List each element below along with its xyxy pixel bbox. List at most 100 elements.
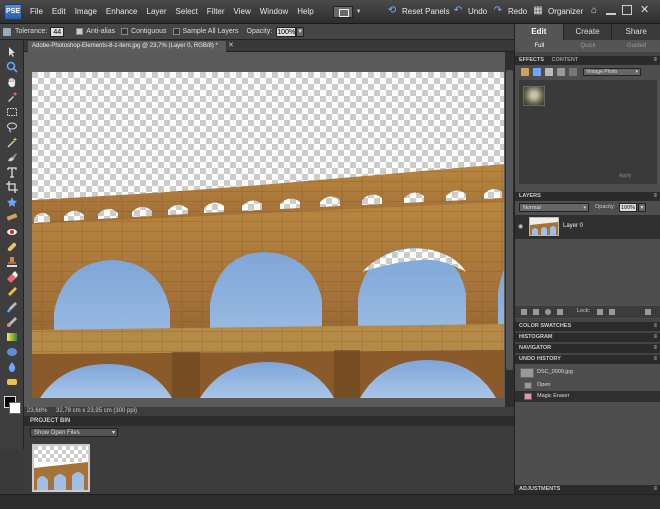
brush-selection-icon[interactable]: [6, 151, 18, 163]
background-color-swatch[interactable]: [9, 402, 21, 414]
layer-row[interactable]: ◉ Layer 0: [515, 215, 660, 239]
mask-icon[interactable]: [545, 309, 551, 315]
crop-tool-icon[interactable]: [6, 181, 18, 193]
gradient-tool-icon[interactable]: [6, 331, 18, 343]
reset-panels-button[interactable]: ⟲ Reset Panels: [386, 6, 450, 16]
layer-opacity-input[interactable]: 100%: [619, 203, 637, 212]
history-snapshot[interactable]: DSC_0009.jpg: [515, 366, 660, 379]
histogram-panel-header[interactable]: HISTOGRAM ≡: [515, 333, 660, 342]
straighten-tool-icon[interactable]: [6, 211, 18, 223]
navigator-panel-header[interactable]: NAVIGATOR ≡: [515, 344, 660, 353]
clone-stamp-icon[interactable]: [6, 256, 18, 268]
tab-create[interactable]: Create: [563, 24, 613, 40]
menu-window[interactable]: Window: [260, 7, 288, 16]
lock-transparency-icon[interactable]: [597, 309, 603, 315]
pencil-tool-icon[interactable]: [6, 286, 18, 298]
workspace-layout-button[interactable]: [332, 5, 353, 18]
contiguous-checkbox[interactable]: [121, 28, 129, 35]
panel-menu-icon[interactable]: ≡: [653, 333, 657, 342]
organizer-button[interactable]: ▦ Organizer: [532, 6, 583, 16]
effect-thumbnail[interactable]: [523, 86, 545, 106]
lasso-tool-icon[interactable]: [6, 121, 18, 133]
opacity-input[interactable]: 100%: [276, 26, 297, 37]
tolerance-input[interactable]: 44: [50, 26, 65, 37]
layer-styles-icon[interactable]: [533, 68, 541, 76]
marquee-tool-icon[interactable]: [6, 106, 18, 118]
open-file-thumbnail[interactable]: [32, 444, 90, 492]
close-icon[interactable]: ✕: [640, 3, 649, 16]
filters-icon[interactable]: [521, 68, 529, 76]
brush-tool-icon[interactable]: [6, 301, 18, 313]
minimize-button[interactable]: [606, 7, 616, 15]
adjustments-panel-header[interactable]: ADJUSTMENTS ≡: [515, 485, 660, 494]
menu-view[interactable]: View: [234, 7, 251, 16]
zoom-level[interactable]: 23,68%: [27, 407, 47, 416]
menu-filter[interactable]: Filter: [207, 7, 225, 16]
menu-layer[interactable]: Layer: [147, 7, 167, 16]
vertical-scrollbar[interactable]: [505, 52, 514, 407]
redo-button[interactable]: ↷ Redo: [492, 6, 527, 16]
document-tab[interactable]: Adobe-Photoshop-Elements-8-z-item.jpg @ …: [28, 41, 226, 52]
zoom-tool-icon[interactable]: [6, 61, 18, 73]
cookie-cutter-icon[interactable]: [6, 196, 18, 208]
eye-icon[interactable]: ◉: [518, 223, 523, 230]
magic-eraser-icon[interactable]: [3, 27, 11, 36]
tab-edit[interactable]: Edit: [515, 24, 564, 40]
layer-name[interactable]: Layer 0: [563, 223, 583, 229]
panel-menu-icon[interactable]: ≡: [653, 56, 657, 65]
history-step-open[interactable]: Open: [515, 380, 660, 391]
close-icon[interactable]: ✕: [228, 41, 234, 49]
menu-image[interactable]: Image: [75, 7, 97, 16]
home-button[interactable]: ⌂: [588, 6, 604, 16]
project-bin-header[interactable]: PROJECT BIN: [24, 416, 514, 426]
view-list-icon[interactable]: [557, 68, 565, 76]
smart-brush-icon[interactable]: [6, 316, 18, 328]
effects-panel-header[interactable]: EFFECTS CONTENT ≡: [515, 56, 660, 65]
magic-wand-icon[interactable]: [6, 136, 18, 148]
chevron-down-icon[interactable]: ▼: [638, 203, 646, 212]
canvas-area[interactable]: [24, 52, 514, 407]
eraser-tool-icon[interactable]: [6, 271, 18, 283]
chevron-down-icon[interactable]: ▼: [356, 9, 362, 15]
menu-edit[interactable]: Edit: [52, 7, 66, 16]
menu-help[interactable]: Help: [297, 7, 313, 16]
healing-brush-icon[interactable]: [6, 241, 18, 253]
undo-button[interactable]: ↶ Undo: [452, 6, 487, 16]
panel-menu-icon[interactable]: ≡: [653, 192, 657, 201]
chevron-down-icon[interactable]: ▼: [296, 26, 305, 37]
layer-thumbnail[interactable]: [529, 217, 559, 236]
sponge-tool-icon[interactable]: [6, 376, 18, 388]
undo-history-panel-header[interactable]: UNDO HISTORY ≡: [515, 355, 660, 364]
link-icon[interactable]: [557, 309, 563, 315]
move-tool-icon[interactable]: [6, 46, 18, 58]
tab-full[interactable]: Full: [515, 40, 564, 52]
scrollbar-thumb[interactable]: [506, 70, 513, 370]
apply-effect-button[interactable]: Apply: [619, 173, 632, 179]
menu-enhance[interactable]: Enhance: [106, 7, 138, 16]
menu-file[interactable]: File: [30, 7, 43, 16]
view-thumbs-icon[interactable]: [569, 68, 577, 76]
new-layer-icon[interactable]: [521, 309, 527, 315]
red-eye-icon[interactable]: [6, 226, 18, 238]
panel-menu-icon[interactable]: ≡: [653, 485, 657, 494]
tab-guided[interactable]: Guided: [612, 40, 660, 52]
color-swatches-panel-header[interactable]: COLOR SWATCHES ≡: [515, 322, 660, 331]
adjustment-layer-icon[interactable]: [533, 309, 539, 315]
lock-icon[interactable]: [609, 309, 615, 315]
effects-category-select[interactable]: Vintage Photo: [583, 68, 641, 76]
document-image[interactable]: [32, 72, 504, 398]
blur-tool-icon[interactable]: [6, 361, 18, 373]
panel-menu-icon[interactable]: ≡: [653, 344, 657, 353]
photo-effects-icon[interactable]: [545, 68, 553, 76]
panel-menu-icon[interactable]: ≡: [653, 355, 657, 364]
maximize-button[interactable]: [622, 5, 632, 15]
history-step-magic-eraser[interactable]: Magic Eraser: [515, 391, 660, 402]
hand-tool-icon[interactable]: [6, 76, 18, 88]
type-tool-icon[interactable]: [6, 166, 18, 178]
shape-tool-icon[interactable]: [6, 346, 18, 358]
blend-mode-select[interactable]: Normal: [519, 203, 589, 212]
content-header-label[interactable]: CONTENT: [552, 57, 579, 63]
panel-menu-icon[interactable]: ≡: [653, 322, 657, 331]
eyedropper-icon[interactable]: [6, 91, 18, 103]
sample-all-layers-checkbox[interactable]: [172, 28, 180, 35]
